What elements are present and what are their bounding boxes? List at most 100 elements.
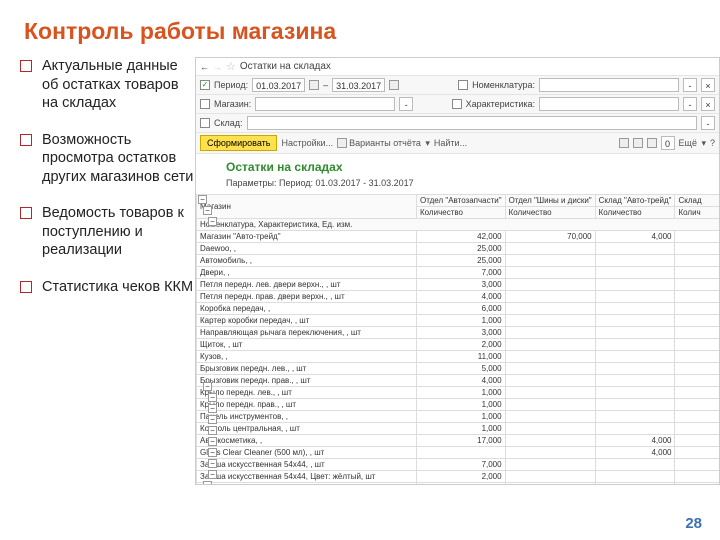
table-row[interactable]: Автомобиль, ,25,000 <box>197 255 720 267</box>
forward-icon[interactable]: → <box>213 62 222 72</box>
expand-toggle[interactable]: − <box>208 393 217 402</box>
col-subheader: Количество <box>595 207 675 219</box>
table-row[interactable]: Петля передн. прав. двери верхн., , шт4,… <box>197 291 720 303</box>
table-row[interactable]: Направляющая рычага переключения, , шт3,… <box>197 327 720 339</box>
table-row[interactable]: Крыло передн. прав., , шт1,000 <box>197 399 720 411</box>
nomen-checkbox[interactable] <box>458 80 468 90</box>
stock-input[interactable] <box>247 116 697 130</box>
col-subheader: Количество <box>505 207 595 219</box>
period-checkbox[interactable] <box>200 80 210 90</box>
bullet-list: Актуальные данные об остатках товаров на… <box>20 57 195 485</box>
bullet-item: Ведомость товаров к поступлению и реализ… <box>20 204 195 260</box>
report-grid: Магазин Отдел "Автозапчасти" Отдел "Шины… <box>196 194 720 485</box>
table-row[interactable]: Брызговик передн. лев., , шт5,000 <box>197 363 720 375</box>
expand-toggle[interactable]: − <box>208 437 217 446</box>
table-row[interactable]: Крыло передн. лев., , шт1,000 <box>197 387 720 399</box>
expand-toggle[interactable]: − <box>198 195 207 204</box>
table-row[interactable]: Щиток, , шт2,000 <box>197 339 720 351</box>
table-row[interactable]: Замша искусственная 54x44, Цвет: зелёный… <box>197 483 720 486</box>
stock-checkbox[interactable] <box>200 118 210 128</box>
dash: – <box>323 80 328 90</box>
shop-label: Магазин: <box>214 99 251 109</box>
clear-btn[interactable]: - <box>399 97 413 111</box>
table-icon[interactable] <box>619 138 629 148</box>
clear-btn[interactable]: - <box>683 78 697 92</box>
page-number: 28 <box>685 515 702 532</box>
table-row[interactable]: Glass Clear Cleaner (500 мл), , шт4,000 <box>197 447 720 459</box>
period-label: Период: <box>214 80 248 90</box>
col-header: Магазин <box>197 195 417 219</box>
stock-label: Склад: <box>214 118 243 128</box>
table-row[interactable]: Daewoo, ,25,000 <box>197 243 720 255</box>
filter-row-2: Магазин: - Характеристика: - × <box>196 95 719 114</box>
table-row[interactable]: Петля передн. лев. двери верхн., , шт3,0… <box>197 279 720 291</box>
window-titlebar: ← → ☆ Остатки на складах <box>196 58 719 76</box>
table-row[interactable]: Консоль центральная, , шт1,000 <box>197 423 720 435</box>
char-input[interactable] <box>539 97 679 111</box>
shop-checkbox[interactable] <box>200 99 210 109</box>
expand-toggle[interactable]: − <box>203 382 212 391</box>
table-row[interactable]: Замша искусственная 54x44, Цвет: жёлтый,… <box>197 471 720 483</box>
expand-toggle[interactable]: − <box>208 415 217 424</box>
col-subheader: Колич <box>675 207 720 219</box>
table-row[interactable]: Картер коробки передач, , шт1,000 <box>197 315 720 327</box>
table-row[interactable]: Брызговик передн. прав., , шт4,000 <box>197 375 720 387</box>
expand-toggle[interactable]: − <box>208 217 217 226</box>
filter-row-1: Период: 01.03.2017 – 31.03.2017 Номенкла… <box>196 76 719 95</box>
shop-input[interactable] <box>255 97 395 111</box>
char-checkbox[interactable] <box>452 99 462 109</box>
slide-title: Контроль работы магазина <box>0 0 720 45</box>
report-title: Остатки на складах <box>196 154 719 176</box>
char-label: Характеристика: <box>466 99 535 109</box>
form-button[interactable]: Сформировать <box>200 135 277 151</box>
mail-icon[interactable] <box>647 138 657 148</box>
col-header: Склад <box>675 195 720 207</box>
nomen-label: Номенклатура: <box>472 80 535 90</box>
expand-toggle[interactable]: − <box>203 206 212 215</box>
date-from-input[interactable]: 01.03.2017 <box>252 78 305 92</box>
find-button[interactable]: Найти... <box>434 138 467 148</box>
action-toolbar: Сформировать Настройки... Варианты отчёт… <box>196 133 719 154</box>
expand-toggle[interactable]: − <box>208 404 217 413</box>
gear-icon <box>337 138 347 148</box>
app-window: ← → ☆ Остатки на складах Период: 01.03.2… <box>195 57 720 485</box>
table-row[interactable]: Замша искусственная 54x44, , шт7,000 <box>197 459 720 471</box>
print-icon[interactable] <box>633 138 643 148</box>
table-row[interactable]: Панель инструментов, ,1,000 <box>197 411 720 423</box>
table-row[interactable]: Автокосметика, ,17,0004,000 <box>197 435 720 447</box>
clear-btn[interactable]: - <box>701 116 715 130</box>
spinner[interactable]: 0 <box>661 136 675 150</box>
report-params: Параметры: Период: 01.03.2017 - 31.03.20… <box>196 176 719 194</box>
expand-toggle[interactable]: − <box>208 459 217 468</box>
settings-button[interactable]: Настройки... <box>281 138 333 148</box>
col-header: Отдел "Шины и диски" <box>505 195 595 207</box>
table-row[interactable]: Двери, ,7,000 <box>197 267 720 279</box>
bullet-item: Возможность просмотра остатков других ма… <box>20 131 195 187</box>
tab-title: Остатки на складах <box>240 61 331 72</box>
variants-button[interactable]: Варианты отчёта ▾ <box>337 138 430 149</box>
col-header: Склад "Авто-трейд" <box>595 195 675 207</box>
filter-row-3: Склад: - <box>196 114 719 133</box>
close-btn[interactable]: × <box>701 97 715 111</box>
calendar-icon[interactable] <box>389 80 399 90</box>
star-icon[interactable]: ☆ <box>226 60 236 73</box>
clear-btn[interactable]: - <box>683 97 697 111</box>
nomen-input[interactable] <box>539 78 679 92</box>
expand-toggle[interactable]: − <box>208 448 217 457</box>
col-header: Отдел "Автозапчасти" <box>417 195 506 207</box>
table-row[interactable]: Коробка передач, ,6,000 <box>197 303 720 315</box>
col-header-2: Номенклатура, Характеристика, Ед. изм. <box>197 219 720 231</box>
expand-toggle[interactable]: − <box>208 470 217 479</box>
date-to-input[interactable]: 31.03.2017 <box>332 78 385 92</box>
bullet-item: Актуальные данные об остатках товаров на… <box>20 57 195 113</box>
expand-toggle[interactable]: − <box>203 481 212 485</box>
calendar-icon[interactable] <box>309 80 319 90</box>
col-subheader: Количество <box>417 207 506 219</box>
expand-toggle[interactable]: − <box>208 426 217 435</box>
back-icon[interactable]: ← <box>200 62 209 72</box>
help-button[interactable]: ? <box>710 138 715 148</box>
table-row[interactable]: Магазин "Авто-трейд"42,00070,0004,000 <box>197 231 720 243</box>
more-button[interactable]: Ещё ▾ <box>679 138 706 149</box>
table-row[interactable]: Кузов, ,11,000 <box>197 351 720 363</box>
close-btn[interactable]: × <box>701 78 715 92</box>
